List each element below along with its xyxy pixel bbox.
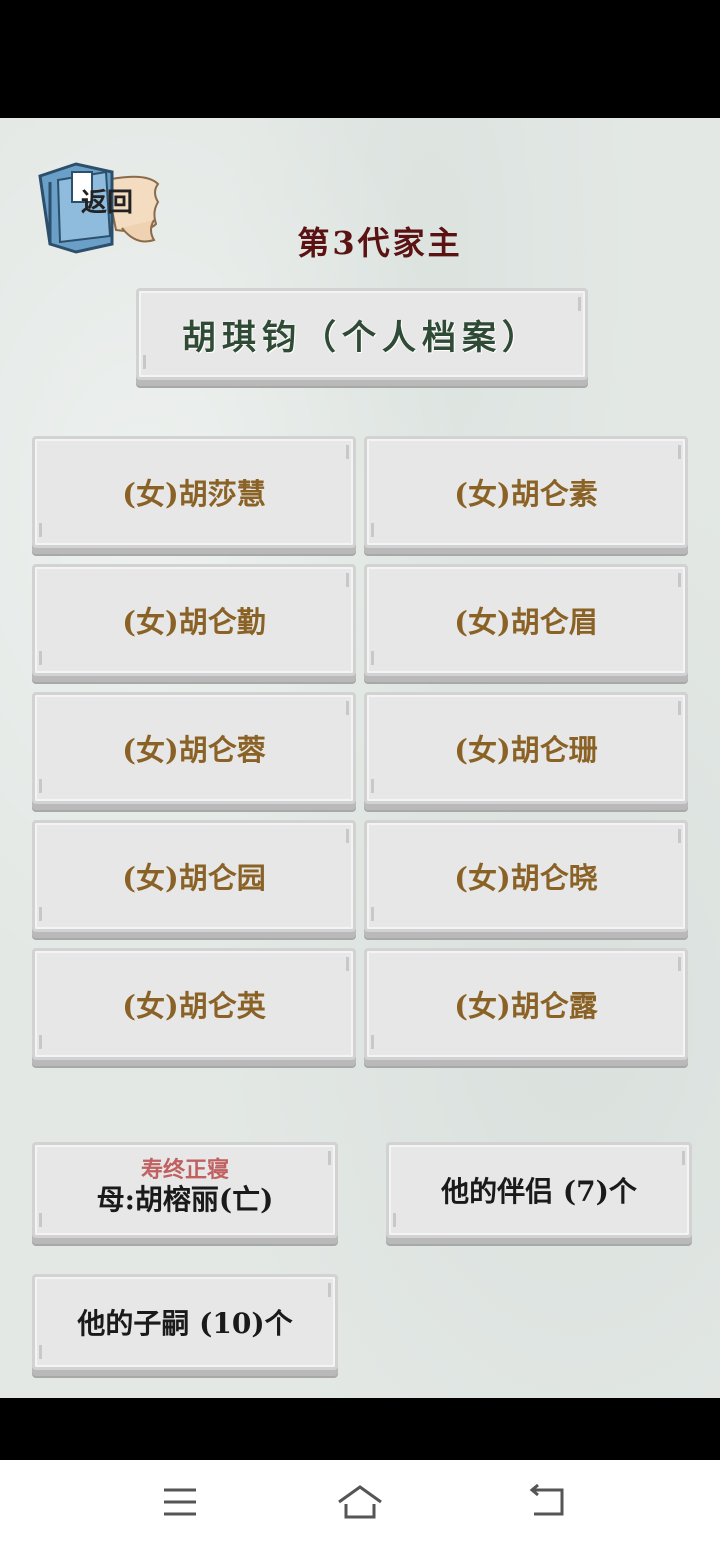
child-label: (女)胡仑勤 bbox=[122, 605, 266, 639]
back-icon[interactable] bbox=[528, 1484, 568, 1520]
app-screen: 返回 第3代家主 胡琪钧（个人档案） (女)胡莎慧 (女)胡仑素 (女)胡仑勤 … bbox=[0, 118, 720, 1398]
child-button-4[interactable]: (女)胡仑眉 bbox=[364, 564, 688, 676]
child-button-5[interactable]: (女)胡仑蓉 bbox=[32, 692, 356, 804]
home-icon[interactable] bbox=[336, 1484, 384, 1520]
heirs-label: 他的子嗣 (10)个 bbox=[77, 1307, 293, 1340]
child-label: (女)胡仑晓 bbox=[454, 861, 598, 895]
mother-label: 母:胡榕丽(亡) bbox=[96, 1183, 274, 1216]
partners-button[interactable]: 他的伴侣 (7)个 bbox=[386, 1142, 692, 1238]
child-button-7[interactable]: (女)胡仑园 bbox=[32, 820, 356, 932]
heirs-button[interactable]: 他的子嗣 (10)个 bbox=[32, 1274, 338, 1370]
child-button-9[interactable]: (女)胡仑英 bbox=[32, 948, 356, 1060]
partners-label: 他的伴侣 (7)个 bbox=[441, 1175, 637, 1208]
child-label: (女)胡仑眉 bbox=[454, 605, 598, 639]
child-label: (女)胡仑素 bbox=[454, 477, 598, 511]
child-label: (女)胡仑蓉 bbox=[122, 733, 266, 767]
child-button-2[interactable]: (女)胡仑素 bbox=[364, 436, 688, 548]
status-bar bbox=[0, 0, 720, 118]
child-button-6[interactable]: (女)胡仑珊 bbox=[364, 692, 688, 804]
back-label: 返回 bbox=[80, 188, 133, 218]
child-button-8[interactable]: (女)胡仑晓 bbox=[364, 820, 688, 932]
generation-title: 第3代家主 bbox=[297, 224, 463, 262]
mother-button[interactable]: 寿终正寝 母:胡榕丽(亡) bbox=[32, 1142, 338, 1238]
child-button-10[interactable]: (女)胡仑露 bbox=[364, 948, 688, 1060]
child-label: (女)胡仑珊 bbox=[454, 733, 598, 767]
child-button-1[interactable]: (女)胡莎慧 bbox=[32, 436, 356, 548]
child-label: (女)胡仑露 bbox=[454, 989, 598, 1023]
child-label: (女)胡仑园 bbox=[122, 861, 266, 895]
child-button-3[interactable]: (女)胡仑勤 bbox=[32, 564, 356, 676]
mother-status: 寿终正寝 bbox=[140, 1157, 229, 1183]
bottom-black-bar bbox=[0, 1398, 720, 1460]
child-label: (女)胡莎慧 bbox=[122, 477, 266, 511]
system-navbar bbox=[0, 1460, 720, 1544]
profile-name-label: 胡琪钧（个人档案） bbox=[182, 317, 542, 358]
child-label: (女)胡仑英 bbox=[122, 989, 266, 1023]
menu-icon[interactable] bbox=[160, 1484, 200, 1520]
profile-button[interactable]: 胡琪钧（个人档案） bbox=[136, 288, 588, 380]
